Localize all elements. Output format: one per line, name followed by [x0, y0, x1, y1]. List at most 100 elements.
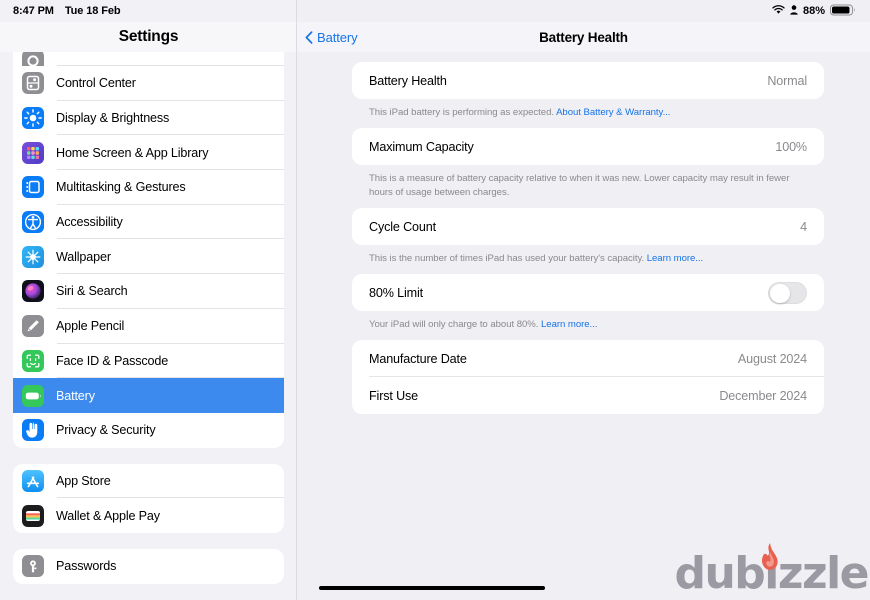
- battery-percent-label: 88%: [802, 5, 825, 17]
- section-footnote: This is a measure of battery capacity re…: [352, 165, 824, 200]
- sidebar-item-multitasking-gestures[interactable]: Multitasking & Gestures: [13, 170, 284, 205]
- sidebar-item-label: Control Center: [56, 76, 136, 91]
- footnote-link[interactable]: Learn more...: [647, 253, 703, 264]
- row-label: First Use: [369, 388, 419, 403]
- app-store-icon: [22, 469, 44, 492]
- sidebar-item-label: Display & Brightness: [56, 111, 170, 126]
- row-cycle-count[interactable]: Cycle Count 4: [352, 208, 824, 245]
- wallpaper-icon: [22, 245, 44, 268]
- sidebar-item-battery[interactable]: Battery: [13, 378, 284, 413]
- sidebar-item-apple-pencil[interactable]: Apple Pencil: [13, 309, 284, 344]
- sidebar-scroll-area[interactable]: Control Center Display & Brightness Home S…: [0, 52, 297, 600]
- status-date: Tue 18 Feb: [64, 5, 121, 17]
- sidebar-item-accessibility[interactable]: Accessibility: [13, 205, 284, 240]
- sidebar-item-general-icon[interactable]: [13, 52, 284, 66]
- siri-icon: [22, 280, 44, 303]
- footnote-text: This is the number of times iPad has use…: [369, 253, 647, 264]
- footnote-link[interactable]: About Battery & Warranty...: [556, 107, 670, 118]
- sidebar-item-display-brightness[interactable]: Display & Brightness: [13, 101, 284, 136]
- sidebar-item-label: Siri & Search: [56, 284, 128, 299]
- wifi-icon: [772, 4, 785, 18]
- battery-health-pane: 88% Battery Battery Health Battery Healt…: [297, 0, 870, 600]
- footnote-text: This iPad battery is performing as expec…: [369, 107, 557, 118]
- sidebar-item-home-screen-app-library[interactable]: Home Screen & App Library: [13, 135, 284, 171]
- row-battery-health[interactable]: Battery Health Normal: [352, 62, 824, 99]
- accessibility-icon: [22, 211, 44, 234]
- sidebar-item-label: Accessibility: [56, 215, 123, 230]
- row-label: Maximum Capacity: [369, 139, 474, 154]
- general-icon: [22, 52, 44, 66]
- status-bar-right: 88%: [772, 0, 856, 22]
- settings-card: Manufacture Date August 2024 First Use Dece…: [352, 340, 824, 414]
- home-screen-icon: [22, 141, 44, 164]
- settings-sidebar: 8:47 PM Tue 18 Feb Settings Control Cent…: [0, 0, 297, 600]
- row-first-use[interactable]: First Use December 2024: [352, 377, 824, 414]
- row-value: 100%: [775, 139, 807, 154]
- apple-pencil-icon: [22, 315, 44, 338]
- sidebar-item-wallpaper[interactable]: Wallpaper: [13, 239, 284, 275]
- settings-card: Cycle Count 4: [352, 208, 824, 245]
- sidebar-item-label: Face ID & Passcode: [56, 353, 169, 368]
- footnote-link[interactable]: Learn more...: [541, 319, 597, 330]
- toggle-knob: [770, 283, 790, 303]
- battery-icon: [830, 4, 856, 19]
- section-footnote: Your iPad will only charge to about 80%.…: [352, 311, 824, 332]
- settings-card: 80% Limit: [352, 274, 824, 311]
- footnote-text: Your iPad will only charge to about 80%.: [369, 319, 541, 330]
- sidebar-item-label: Passwords: [56, 559, 117, 574]
- status-time: 8:47 PM: [13, 5, 54, 17]
- back-button[interactable]: Battery: [305, 29, 358, 45]
- sidebar-item-label: Wallet & Apple Pay: [56, 508, 160, 523]
- sidebar-item-privacy-security[interactable]: Privacy & Security: [13, 413, 284, 448]
- back-button-label: Battery: [317, 29, 358, 45]
- wallet-icon: [22, 504, 44, 527]
- sidebar-item-label: Battery: [56, 388, 95, 403]
- row-label: Cycle Count: [369, 219, 436, 234]
- display-brightness-icon: [22, 107, 44, 130]
- sidebar-item-face-id-passcode[interactable]: Face ID & Passcode: [13, 344, 284, 379]
- passwords-icon: [22, 555, 44, 578]
- sidebar-item-wallet-apple-pay[interactable]: Wallet & Apple Pay: [13, 498, 284, 533]
- row-manufacture-date[interactable]: Manufacture Date August 2024: [352, 340, 824, 377]
- row-label: Manufacture Date: [369, 351, 467, 366]
- privacy-security-icon: [22, 419, 44, 442]
- section-footnote: This iPad battery is performing as expec…: [352, 99, 824, 120]
- sidebar-item-label: Apple Pencil: [56, 319, 125, 334]
- row-label: Battery Health: [369, 73, 447, 88]
- row-maximum-capacity[interactable]: Maximum Capacity 100%: [352, 128, 824, 165]
- footnote-text: This is a measure of battery capacity re…: [369, 173, 790, 198]
- battery-settings-icon: [22, 384, 44, 407]
- home-indicator: [319, 586, 545, 590]
- chevron-left-icon: [305, 30, 313, 44]
- sidebar-item-siri-search[interactable]: Siri & Search: [13, 274, 284, 309]
- page-title: Settings: [118, 28, 179, 45]
- sidebar-item-label: App Store: [56, 473, 111, 488]
- settings-card: Battery Health Normal: [352, 62, 824, 99]
- row-value: Normal: [767, 73, 807, 88]
- sidebar-group: Control Center Display & Brightness Home S…: [13, 52, 284, 448]
- multitasking-icon: [22, 176, 44, 199]
- sidebar-item-app-store[interactable]: App Store: [13, 464, 284, 499]
- sidebar-item-passwords[interactable]: Passwords: [13, 549, 284, 584]
- sidebar-group: Passwords: [13, 548, 284, 584]
- section-footnote: This is the number of times iPad has use…: [352, 245, 824, 266]
- sidebar-divider: [296, 0, 297, 600]
- toggle-80-limit[interactable]: [768, 281, 807, 304]
- sidebar-item-control-center[interactable]: Control Center: [13, 66, 284, 101]
- detail-nav-bar: Battery Battery Health: [297, 22, 870, 52]
- sidebar-group: App Store Wallet & Apple Pay: [13, 463, 284, 533]
- face-id-icon: [22, 349, 44, 372]
- row-value: December 2024: [719, 388, 807, 403]
- sidebar-header: Settings: [0, 22, 297, 52]
- detail-title: Battery Health: [539, 29, 628, 45]
- row-80-limit: 80% Limit: [352, 274, 824, 311]
- row-value: August 2024: [737, 351, 807, 366]
- row-value: 4: [800, 219, 807, 234]
- detail-content: Battery Health Normal This iPad battery is…: [297, 52, 870, 600]
- sidebar-item-label: Multitasking & Gestures: [56, 180, 186, 195]
- sidebar-item-label: Privacy & Security: [56, 423, 156, 438]
- sidebar-item-label: Home Screen & App Library: [56, 145, 209, 160]
- row-label: 80% Limit: [369, 285, 423, 300]
- status-bar-left: 8:47 PM Tue 18 Feb: [0, 0, 297, 22]
